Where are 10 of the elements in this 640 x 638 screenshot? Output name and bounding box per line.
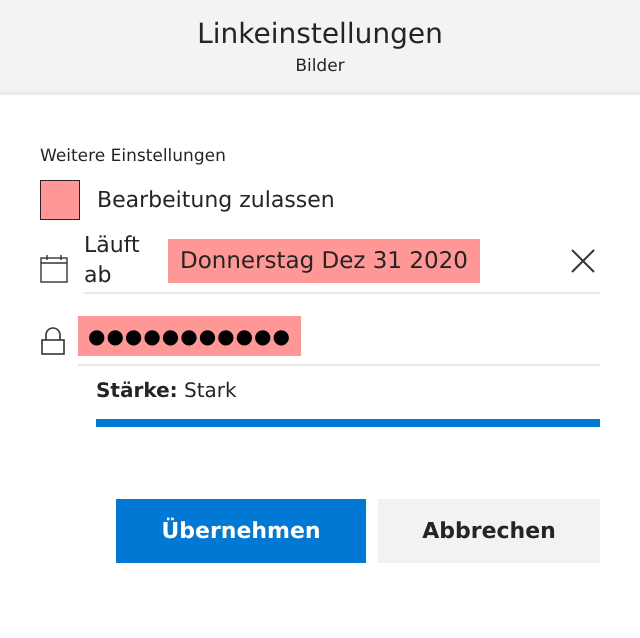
cancel-button[interactable]: Abbrechen (378, 499, 600, 563)
date-field[interactable]: Donnerstag Dez 31 2020 (168, 239, 480, 283)
strength-text: Stärke: Stark (96, 378, 238, 402)
apply-button[interactable]: Übernehmen (116, 499, 366, 563)
dialog-subtitle: Bilder (295, 55, 345, 78)
expiry-label: Läuft ab (84, 232, 141, 290)
dialog-title: Linkeinstellungen (197, 16, 443, 52)
password-field[interactable]: ●●●●●●●●●●● (78, 316, 301, 356)
checkbox-label: Bearbeitung zulassen (97, 188, 335, 212)
section-label: Weitere Einstellungen (40, 145, 227, 168)
